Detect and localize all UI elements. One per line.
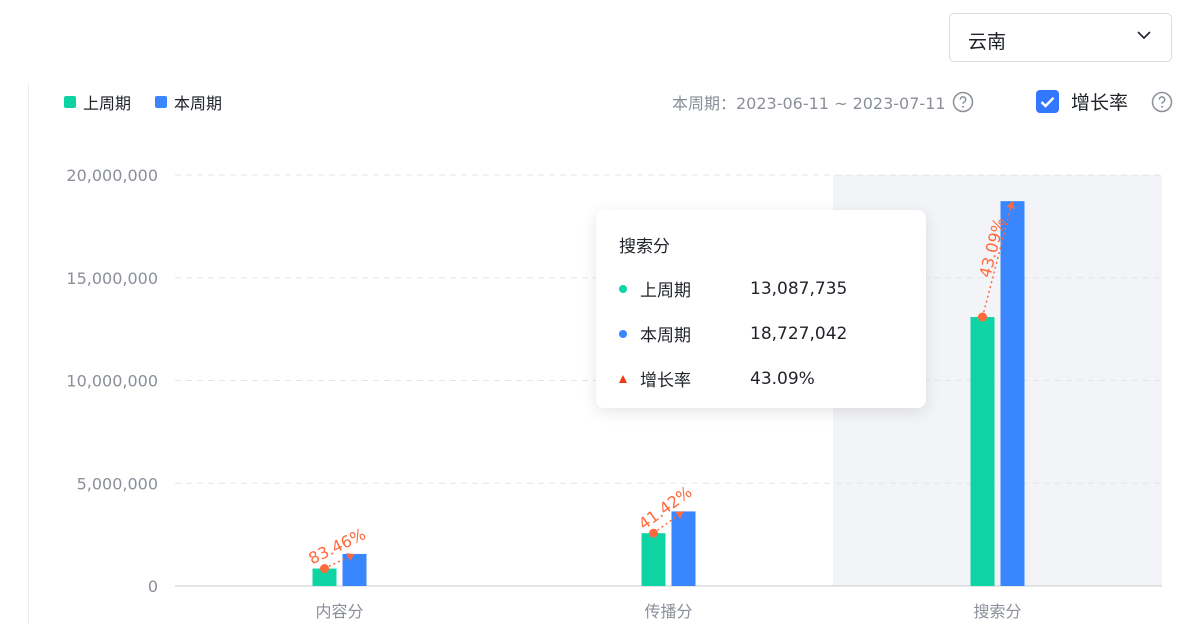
- x-tick-label: 传播分: [644, 602, 692, 621]
- x-tick-label: 搜索分: [973, 602, 1021, 621]
- y-tick-label: 5,000,000: [77, 474, 158, 493]
- y-tick-label: 10,000,000: [66, 372, 158, 391]
- bar-prev[interactable]: [970, 317, 995, 586]
- tooltip-name-growth: 增长率: [640, 371, 691, 391]
- tooltip-value-curr: 18,727,042: [750, 323, 848, 344]
- tooltip-row-prev: 上周期 13,087,735: [619, 276, 847, 301]
- growth-start-point: [978, 312, 987, 322]
- y-tick-label: 15,000,000: [66, 269, 158, 288]
- tooltip-row-curr: 本周期 18,727,042: [619, 321, 847, 346]
- bar-curr[interactable]: [1000, 201, 1025, 586]
- chart-tooltip: 搜索分 上周期 13,087,735 本周期 18,727,042 增长率 43…: [596, 210, 926, 408]
- tooltip-triangle-icon: [619, 374, 627, 383]
- bar-curr[interactable]: [342, 553, 367, 586]
- tooltip-row-growth: 增长率 43.09%: [619, 366, 815, 391]
- x-tick-label: 内容分: [315, 602, 363, 621]
- bar-curr[interactable]: [671, 511, 696, 586]
- growth-start-point: [320, 564, 329, 574]
- tooltip-dot-prev: [619, 284, 627, 293]
- tooltip-name-prev: 上周期: [640, 281, 691, 301]
- tooltip-title: 搜索分: [619, 237, 670, 257]
- y-tick-label: 0: [148, 577, 158, 596]
- y-tick-label: 20,000,000: [66, 166, 158, 185]
- tooltip-value-growth: 43.09%: [750, 368, 815, 389]
- tooltip-value-prev: 13,087,735: [750, 278, 848, 299]
- tooltip-dot-curr: [619, 329, 627, 338]
- bar-prev[interactable]: [641, 533, 666, 586]
- tooltip-name-curr: 本周期: [640, 326, 691, 346]
